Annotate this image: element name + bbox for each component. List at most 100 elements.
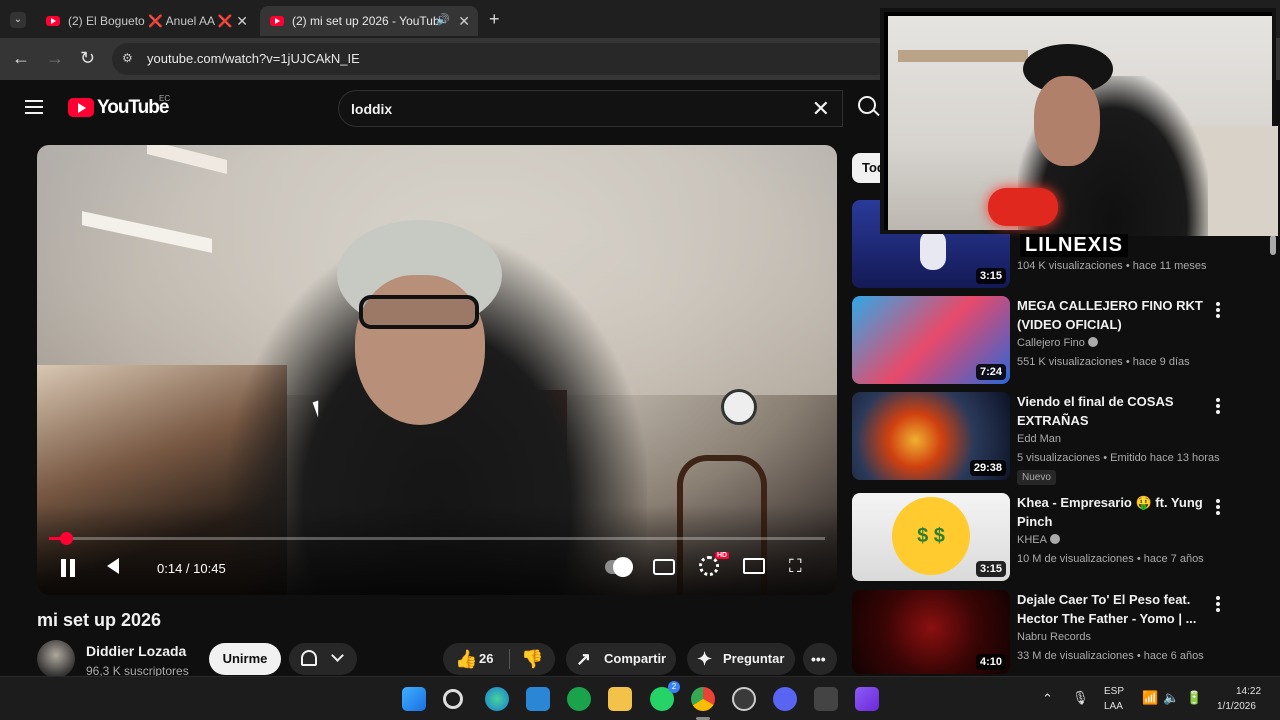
tab-title: (2) mi set up 2026 - YouTub [292, 14, 440, 28]
related-thumbnail[interactable]: 4:10 [852, 590, 1010, 674]
autoplay-toggle[interactable] [605, 557, 633, 577]
browser-tab-1[interactable]: (2) El Bogueto ❌ Anuel AA ❌ ✕ [36, 6, 256, 36]
site-info-icon[interactable]: ⚙ [122, 51, 133, 65]
search-icon[interactable] [443, 689, 463, 709]
related-channel[interactable]: Callejero Fino [1017, 337, 1098, 349]
notifications-button[interactable] [289, 643, 357, 675]
share-button[interactable]: ↗ Compartir [566, 643, 676, 675]
dislike-icon[interactable]: 👎 [521, 643, 543, 675]
video-editor-icon[interactable] [855, 687, 879, 711]
divider [509, 649, 510, 669]
controls-gradient [37, 505, 837, 595]
share-label: Compartir [604, 651, 667, 666]
related-channel[interactable]: KHEA [1017, 534, 1060, 546]
video-frame-glasses [359, 295, 479, 329]
game-app-icon[interactable] [814, 687, 838, 711]
store-icon[interactable] [526, 687, 550, 711]
browser-tab-2[interactable]: (2) mi set up 2026 - YouTub 🔊 ✕ [260, 6, 478, 36]
miniplayer-icon[interactable] [743, 558, 765, 574]
hd-badge: HD [715, 552, 730, 559]
related-thumbnail[interactable]: 7:24 [852, 296, 1010, 384]
related-meta: 104 K visualizaciones • hace 11 meses [1017, 260, 1207, 272]
clock-time[interactable]: 14:22 [1236, 686, 1261, 697]
speaker-icon[interactable]: 🔊 [436, 13, 450, 26]
edge-icon[interactable] [485, 687, 509, 711]
video-player[interactable]: 0:14 / 10:45 HD ⛶ [37, 145, 837, 595]
chevron-down-icon [331, 649, 344, 662]
duration-badge: 4:10 [975, 654, 1006, 670]
pause-icon[interactable] [61, 559, 79, 582]
fullscreen-icon[interactable]: ⛶ [789, 556, 802, 577]
settings-gear-icon[interactable] [699, 556, 719, 576]
scrollbar[interactable] [1270, 235, 1276, 255]
search-input[interactable]: loddix ✕ [338, 90, 843, 127]
wifi-icon[interactable]: 📶 [1142, 690, 1158, 706]
menu-icon[interactable] [25, 100, 43, 118]
subtitles-icon[interactable] [653, 559, 675, 575]
related-title[interactable]: Khea - Empresario 🤑 ft. Yung Pinch [1017, 493, 1207, 531]
like-icon[interactable]: 👍 [455, 643, 477, 675]
chevron-up-icon[interactable]: ⌃ [1042, 691, 1053, 707]
language-code[interactable]: ESP [1104, 686, 1124, 697]
progress-scrubber[interactable] [60, 532, 74, 545]
clear-search-icon[interactable]: ✕ [812, 96, 830, 122]
forward-icon[interactable]: → [46, 48, 64, 69]
microphone-icon [988, 188, 1058, 226]
file-explorer-icon[interactable] [608, 687, 632, 711]
country-code: EC [159, 94, 171, 103]
sparkle-icon: ✦ [697, 649, 713, 669]
more-vert-icon[interactable] [1216, 302, 1220, 320]
verified-icon [1087, 337, 1098, 347]
duration-badge: 3:15 [975, 561, 1006, 577]
tab-list-dropdown-icon[interactable]: ⌄ [10, 12, 26, 28]
youtube-logo-icon[interactable] [68, 98, 94, 117]
bell-icon [301, 650, 317, 666]
battery-icon[interactable]: 🔋 [1186, 690, 1202, 706]
related-meta: 5 visualizaciones • Emitido hace 13 hora… [1017, 452, 1220, 464]
webcam-room [888, 16, 1278, 236]
more-vert-icon[interactable] [1216, 499, 1220, 517]
url-bar[interactable]: ⚙ youtube.com/watch?v=1jUJCAkN_IE [112, 43, 892, 75]
search-icon[interactable] [858, 96, 876, 114]
related-thumbnail[interactable]: 29:38 [852, 392, 1010, 480]
related-title[interactable]: Viendo el final de COSAS EXTRAÑAS [1017, 392, 1207, 430]
channel-name[interactable]: Diddier Lozada [86, 643, 186, 659]
related-channel[interactable]: Edd Man [1017, 433, 1061, 445]
time-display: 0:14 / 10:45 [157, 561, 226, 576]
xbox-icon[interactable] [567, 687, 591, 711]
related-title[interactable]: MEGA CALLEJERO FINO RKT (VIDEO OFICIAL) [1017, 296, 1207, 334]
discord-icon[interactable] [773, 687, 797, 711]
webcam-face [1034, 76, 1100, 166]
whatsapp-icon[interactable]: 2 [650, 681, 680, 711]
ask-button[interactable]: ✦ Preguntar [687, 643, 795, 675]
related-title[interactable]: Dejale Caer To' El Peso feat. Hector The… [1017, 590, 1207, 628]
more-vert-icon[interactable] [1216, 398, 1220, 416]
related-channel[interactable]: Nabru Records [1017, 631, 1091, 643]
obs-icon[interactable] [732, 687, 756, 711]
tab-title: (2) El Bogueto ❌ Anuel AA ❌ [68, 14, 233, 28]
close-tab-icon[interactable]: ✕ [236, 13, 248, 30]
reload-icon[interactable]: ↻ [80, 48, 95, 69]
progress-bar[interactable] [49, 532, 825, 545]
clock-date[interactable]: 1/1/2026 [1217, 701, 1256, 712]
more-horizontal-icon: ••• [811, 651, 826, 667]
like-dislike-group: 👍 26 👎 [443, 643, 555, 675]
chrome-icon[interactable] [691, 687, 715, 711]
windows-taskbar: 2 ⌃ 🎙 ESP LAA 📶 🔈 🔋 14:22 1/1/2026 [0, 676, 1280, 720]
volume-icon[interactable]: 🔈 [1163, 690, 1179, 706]
channel-avatar[interactable] [37, 640, 75, 678]
close-tab-icon[interactable]: ✕ [458, 13, 470, 30]
related-thumbnail[interactable]: $ $ 3:15 [852, 493, 1010, 581]
youtube-logo-text[interactable]: YouTube [97, 97, 169, 119]
keyboard-layout[interactable]: LAA [1104, 701, 1123, 712]
like-count[interactable]: 26 [479, 643, 493, 675]
windows-start-icon[interactable] [402, 687, 426, 711]
join-button[interactable]: Unirme [209, 643, 281, 675]
webcam-shelf [898, 50, 1028, 62]
new-tab-icon[interactable]: + [489, 9, 500, 30]
microphone-icon[interactable]: 🎙 [1072, 690, 1089, 706]
more-vert-icon[interactable] [1216, 596, 1220, 614]
back-icon[interactable]: ← [12, 48, 30, 69]
more-actions-button[interactable]: ••• [803, 643, 837, 675]
volume-icon[interactable] [107, 558, 119, 574]
